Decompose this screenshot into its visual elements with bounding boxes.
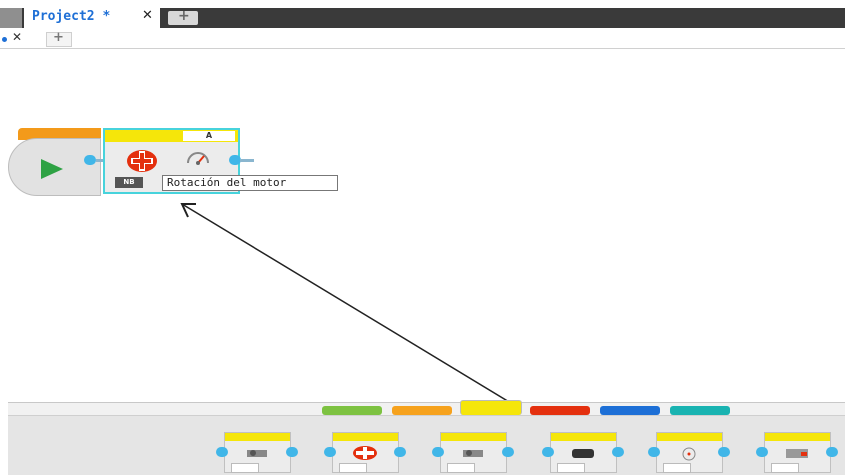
palette-block-connector	[718, 447, 730, 457]
sound-icon	[786, 449, 808, 458]
palette-block-mode	[663, 463, 691, 473]
palette-block-header	[551, 433, 616, 441]
palette-block-mode	[771, 463, 799, 473]
palette-category-tab[interactable]	[670, 406, 730, 415]
palette-block-connector	[286, 447, 298, 457]
medium-motor-icon	[247, 450, 267, 457]
palette-category-tab[interactable]	[392, 406, 452, 415]
palette-category-tab[interactable]	[530, 406, 590, 415]
palette-block-connector	[612, 447, 624, 457]
palette-category-tab[interactable]	[322, 406, 382, 415]
large-motor-icon	[353, 446, 377, 460]
display-palette-block[interactable]	[656, 432, 723, 473]
palette-block-connector	[648, 447, 660, 457]
move-steering-icon	[463, 450, 483, 457]
palette-block-connector	[394, 447, 406, 457]
medium-motor-palette-block[interactable]	[224, 432, 291, 473]
palette-block-mode	[447, 463, 475, 473]
move-tank-palette-block[interactable]	[550, 432, 617, 473]
palette-block-mode	[339, 463, 367, 473]
palette-block-connector	[324, 447, 336, 457]
sound-palette-block[interactable]	[764, 432, 831, 473]
palette-block-connector	[432, 447, 444, 457]
palette-block-header	[225, 433, 290, 441]
display-icon	[682, 447, 696, 461]
large-motor-palette-block[interactable]	[332, 432, 399, 473]
palette-block-header	[657, 433, 722, 441]
palette-block-mode	[231, 463, 259, 473]
palette-block-connector	[826, 447, 838, 457]
move-steering-palette-block[interactable]	[440, 432, 507, 473]
palette-block-mode	[557, 463, 585, 473]
palette-block-connector	[542, 447, 554, 457]
palette-block-connector	[502, 447, 514, 457]
palette-block-header	[333, 433, 398, 441]
palette-block-connector	[216, 447, 228, 457]
palette-category-tab[interactable]	[460, 400, 522, 415]
move-tank-icon	[572, 449, 594, 458]
palette-block-connector	[756, 447, 768, 457]
palette-category-tab[interactable]	[600, 406, 660, 415]
palette-block-header	[441, 433, 506, 441]
palette-block-header	[765, 433, 830, 441]
